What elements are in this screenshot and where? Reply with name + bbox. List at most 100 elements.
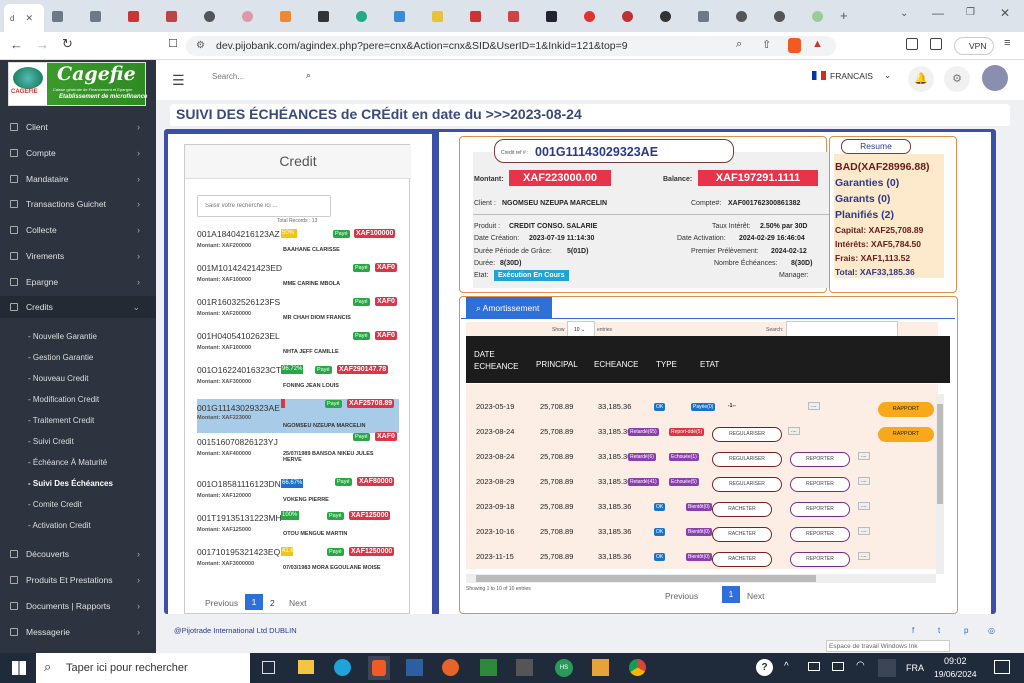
- header-date[interactable]: DATE ECHEANCE: [474, 349, 524, 373]
- table-row[interactable]: 2023-08-29 25,708.89 33,185.36 Retardé(4…: [466, 469, 936, 494]
- sidebar-item-client[interactable]: Client ›: [0, 116, 156, 138]
- zoom-icon[interactable]: ⌕: [736, 38, 742, 51]
- table-page-1[interactable]: 1: [722, 586, 740, 603]
- menu-icon[interactable]: ≡: [1004, 37, 1010, 49]
- sidebar-item-transactions-guichet[interactable]: Transactions Guichet ›: [0, 193, 156, 215]
- header-etat[interactable]: ETAT: [700, 360, 719, 369]
- browser-tab[interactable]: [578, 6, 616, 26]
- sidebar-item-virements[interactable]: Virements ›: [0, 245, 156, 267]
- more-button[interactable]: ....: [858, 552, 870, 560]
- browser-tab[interactable]: [388, 6, 426, 26]
- more-button[interactable]: ....: [808, 402, 820, 410]
- facebook-icon[interactable]: f: [912, 626, 914, 635]
- submenu-suivi-credit[interactable]: - Suivi Credit: [28, 437, 74, 446]
- sidebar-item-produits[interactable]: Produits Et Prestations ›: [0, 569, 156, 591]
- vertical-scrollbar[interactable]: [936, 394, 944, 574]
- credit-row[interactable]: 001H04054102623EL Payé XAF0 Montant: XAF…: [197, 331, 399, 365]
- brave-shield-icon[interactable]: [788, 38, 801, 53]
- wallet-icon[interactable]: [930, 38, 942, 50]
- clock-time[interactable]: 09:02: [944, 656, 967, 666]
- browser-tab[interactable]: [122, 6, 160, 26]
- vpn-button[interactable]: VPN: [954, 37, 994, 55]
- submenu-activation-credit[interactable]: - Activation Credit: [28, 521, 91, 530]
- regulariser-button[interactable]: REGULARISER: [712, 452, 782, 467]
- app-icon[interactable]: [516, 659, 533, 676]
- reload-icon[interactable]: ↻: [62, 36, 73, 52]
- more-button[interactable]: ....: [858, 477, 870, 485]
- browser-tab[interactable]: [692, 6, 730, 26]
- browser-tab[interactable]: [654, 6, 692, 26]
- close-icon[interactable]: ✕: [25, 13, 33, 24]
- regulariser-button[interactable]: REGULARISER: [712, 427, 782, 442]
- credit-row[interactable]: 001A18404216123AZ 50% Payé XAF100000 Mon…: [197, 229, 399, 263]
- credit-row-selected[interactable]: 001G11143029323AE Payé XAF25708.89 Monta…: [197, 399, 399, 433]
- credit-row[interactable]: 001T19135131223MH 100% Payé XAF125000 Mo…: [197, 511, 399, 547]
- sidebar-item-decouverts[interactable]: Découverts ›: [0, 543, 156, 565]
- browser-tab[interactable]: [236, 6, 274, 26]
- app-icon[interactable]: [592, 659, 609, 676]
- regulariser-button[interactable]: REGULARISER: [712, 477, 782, 492]
- table-row[interactable]: 2023-11-15 25,708.89 33,185.36 OK Bientô…: [466, 544, 936, 569]
- sidebar-item-collecte[interactable]: Collecte ›: [0, 219, 156, 241]
- bookmark-icon[interactable]: ☐: [168, 37, 178, 50]
- reporter-button[interactable]: REPORTER: [790, 502, 850, 517]
- browser-tab[interactable]: [350, 6, 388, 26]
- hotspot-icon[interactable]: HS: [555, 659, 573, 677]
- table-row[interactable]: 2023-08-24 25,708.89 33,185.36 Retardé(6…: [466, 444, 936, 469]
- reporter-button[interactable]: REPORTER: [790, 527, 850, 542]
- table-row[interactable]: 2023-05-19 25,708.89 33,185.36 OK Payée(…: [466, 394, 936, 419]
- app-icon[interactable]: [406, 659, 423, 676]
- minimize-icon[interactable]: —: [932, 6, 944, 20]
- wifi-icon[interactable]: ◠: [856, 660, 865, 671]
- taskbar-search[interactable]: ⌕ Taper ici pour rechercher: [36, 653, 250, 683]
- more-button[interactable]: ....: [858, 502, 870, 510]
- browser-tab-active[interactable]: d ✕: [4, 4, 44, 32]
- credit-row[interactable]: 001710195321423EQ 41.6 Payé XAF1250000 M…: [197, 547, 399, 581]
- brave-taskbar-button[interactable]: [368, 656, 390, 680]
- racheter-button[interactable]: RACHETER: [712, 552, 772, 567]
- credit-row[interactable]: 001R16032526123FS Payé XAF0 Montant: XAF…: [197, 297, 399, 331]
- reporter-button[interactable]: REPORTER: [790, 477, 850, 492]
- rewards-icon[interactable]: ▲: [812, 38, 823, 50]
- forward-icon[interactable]: →: [36, 37, 49, 52]
- reporter-button[interactable]: REPORTER: [790, 452, 850, 467]
- avatar[interactable]: [982, 65, 1008, 91]
- restore-icon[interactable]: ❐: [966, 7, 975, 18]
- edge-icon[interactable]: [334, 659, 351, 676]
- browser-tab[interactable]: [502, 6, 540, 26]
- browser-tab[interactable]: [464, 6, 502, 26]
- rapport-button[interactable]: RAPPORT: [878, 427, 934, 442]
- credit-prev-button[interactable]: Previous: [205, 598, 238, 608]
- credit-row[interactable]: 001O18581116123DN 66.67% Payé XAF80000 M…: [197, 477, 399, 513]
- search-input[interactable]: [206, 67, 296, 85]
- sidebar-item-epargne[interactable]: Epargne ›: [0, 271, 156, 293]
- sidebar-item-compte[interactable]: Compte ›: [0, 142, 156, 164]
- search-icon[interactable]: ⌕: [306, 70, 311, 81]
- submenu-nouveau-credit[interactable]: - Nouveau Credit: [28, 374, 88, 383]
- browser-tab[interactable]: [426, 6, 464, 26]
- sidebar-item-messagerie[interactable]: Messagerie ›: [0, 621, 156, 643]
- submenu-comite-credit[interactable]: - Comite Credit: [28, 500, 82, 509]
- submenu-traitement-credit[interactable]: - Traitement Credit: [28, 416, 94, 425]
- sidebar-item-documents[interactable]: Documents | Rapports ›: [0, 595, 156, 617]
- more-button[interactable]: ....: [788, 427, 800, 435]
- browser-tab[interactable]: [274, 6, 312, 26]
- battery-icon[interactable]: [832, 662, 844, 671]
- credit-row[interactable]: 001M10142421423ED Payé XAF0 Montant: XAF…: [197, 263, 399, 297]
- language-indicator[interactable]: FRA: [906, 663, 924, 673]
- notification-bell-icon[interactable]: 🔔: [908, 66, 934, 92]
- submenu-suivi-echeances[interactable]: - Suivi Des Échéances: [28, 479, 113, 488]
- instagram-icon[interactable]: ◎: [988, 626, 995, 635]
- table-row[interactable]: 2023-08-24 25,708.89 33,185.36 Retardé(6…: [466, 419, 936, 444]
- clock-date[interactable]: 19/06/2024: [934, 669, 977, 679]
- task-view-icon[interactable]: [262, 661, 275, 674]
- sidebar-item-credits[interactable]: Credits ⌄: [0, 296, 156, 318]
- twitter-icon[interactable]: t: [938, 626, 940, 635]
- header-principal[interactable]: PRINCIPAL: [536, 360, 578, 369]
- chrome-icon[interactable]: [629, 659, 646, 676]
- pen-icon[interactable]: [878, 659, 896, 677]
- notification-center-icon[interactable]: [994, 660, 1010, 674]
- header-echeance[interactable]: ECHEANCE: [594, 360, 638, 369]
- file-explorer-icon[interactable]: [298, 660, 314, 674]
- browser-tab[interactable]: [768, 6, 806, 26]
